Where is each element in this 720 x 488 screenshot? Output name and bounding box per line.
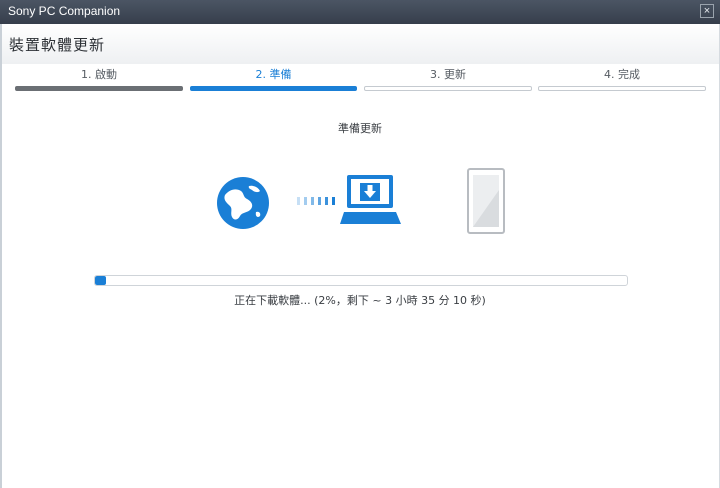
close-button[interactable]: × — [700, 4, 714, 18]
step-indicator-bar — [364, 86, 532, 91]
window-title: Sony PC Companion — [8, 4, 121, 18]
download-status-text: 正在下載軟體... (2%，剩下 ~ 3 小時 35 分 10 秒) — [234, 294, 486, 307]
phone-icon — [467, 168, 505, 234]
progress-fill — [95, 276, 106, 285]
step-label: 2. 準備 — [255, 68, 292, 81]
page-header: 裝置軟體更新 — [0, 24, 720, 64]
step-indicator-bar — [190, 86, 357, 91]
page-title: 裝置軟體更新 — [9, 36, 106, 54]
stage-subtitle: 準備更新 — [338, 122, 382, 135]
globe-icon — [217, 177, 269, 229]
step-2-prepare: 2. 準備 — [190, 66, 357, 94]
step-1-start: 1. 啟動 — [15, 66, 183, 94]
download-progress-bar — [94, 275, 628, 286]
step-indicator-bar — [538, 86, 706, 91]
step-4-complete: 4. 完成 — [538, 66, 706, 94]
laptop-download-icon — [340, 175, 401, 224]
transfer-dots-icon — [297, 197, 335, 205]
step-label: 3. 更新 — [430, 68, 466, 81]
step-label: 1. 啟動 — [81, 68, 117, 81]
step-3-update: 3. 更新 — [364, 66, 532, 94]
window-titlebar: Sony PC Companion × — [0, 0, 720, 24]
step-label: 4. 完成 — [604, 68, 640, 81]
step-indicator-bar — [15, 86, 183, 91]
close-icon: × — [703, 5, 711, 17]
window-left-border — [0, 24, 2, 488]
